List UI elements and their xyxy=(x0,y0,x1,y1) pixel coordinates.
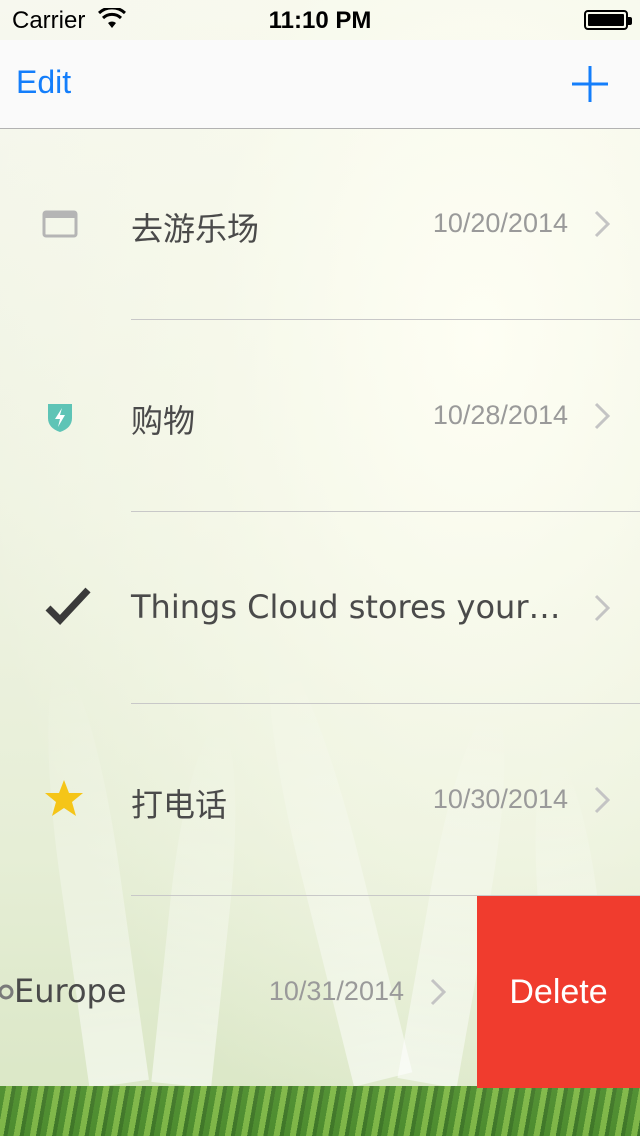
list-item[interactable]: Things Cloud stores your… xyxy=(0,512,640,704)
list-item-swiped[interactable]: Europe 10/31/2014 Delete xyxy=(0,896,640,1088)
navigation-bar: Edit xyxy=(0,40,640,129)
battery-icon xyxy=(584,10,632,30)
item-date: 10/30/2014 xyxy=(432,784,568,814)
item-title: 去游乐场 xyxy=(131,210,260,248)
item-title: Things Cloud stores your… xyxy=(131,588,561,626)
chevron-right-icon xyxy=(430,978,446,1006)
edit-button[interactable]: Edit xyxy=(16,64,71,101)
item-title: Europe xyxy=(14,972,127,1010)
item-date: 10/20/2014 xyxy=(432,208,568,238)
item-date: 10/31/2014 xyxy=(268,976,404,1006)
chevron-right-icon xyxy=(594,786,610,814)
calendar-window-icon xyxy=(42,210,78,238)
status-bar: Carrier 11:10 PM xyxy=(0,0,640,40)
item-date: 10/28/2014 xyxy=(432,400,568,430)
delete-button[interactable]: Delete xyxy=(477,896,640,1088)
plus-icon[interactable] xyxy=(572,66,608,102)
chevron-right-icon xyxy=(594,402,610,430)
list-item[interactable]: 打电话 10/30/2014 xyxy=(0,704,640,896)
swiped-row-content[interactable]: Europe 10/31/2014 xyxy=(0,896,476,1088)
checkmark-icon xyxy=(45,587,91,626)
shield-bolt-icon xyxy=(48,404,72,432)
chevron-right-icon xyxy=(594,594,610,622)
star-icon xyxy=(45,780,83,816)
chevron-right-icon xyxy=(594,210,610,238)
list-item[interactable]: 购物 10/28/2014 xyxy=(0,320,640,512)
list-item[interactable]: 去游乐场 10/20/2014 xyxy=(0,128,640,320)
clock: 11:10 PM xyxy=(268,7,372,34)
item-title: 购物 xyxy=(131,402,196,440)
item-title: 打电话 xyxy=(131,786,228,824)
grass-strip xyxy=(0,1086,640,1136)
